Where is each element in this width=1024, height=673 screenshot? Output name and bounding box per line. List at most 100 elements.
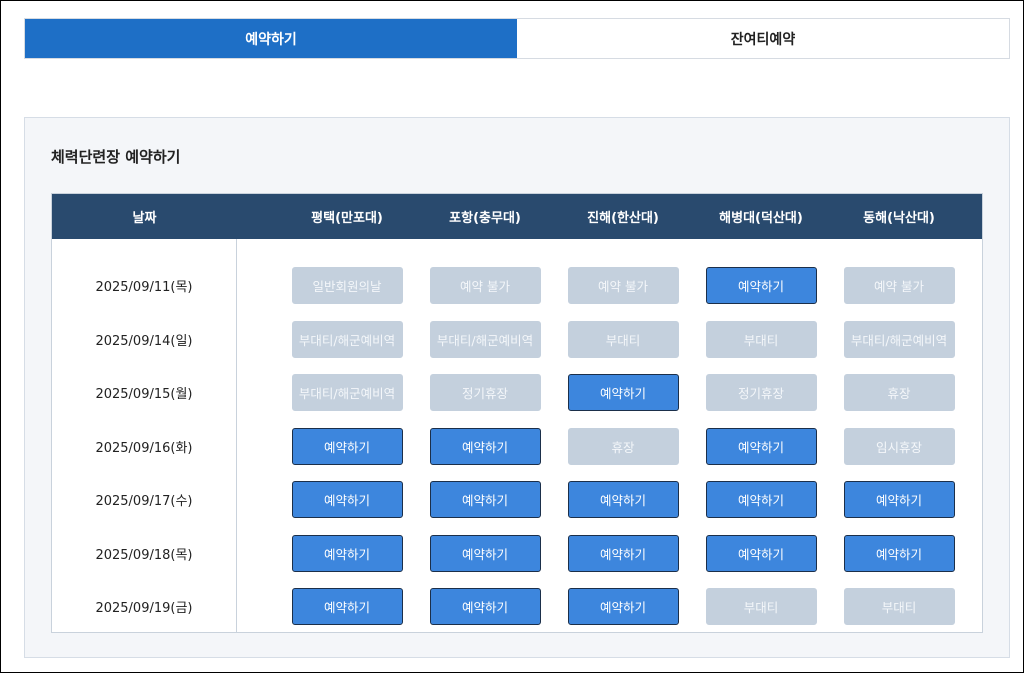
table-cell: 예약하기 (416, 588, 554, 626)
status-label: 부대티/해군예비역 (843, 320, 955, 358)
status-label: 정기휴장 (705, 374, 817, 412)
table-cell: 부대티/해군예비역 (416, 320, 554, 358)
table-cell: 예약 불가 (830, 267, 968, 305)
tab-bar: 예약하기 잔여티예약 (24, 18, 1010, 59)
status-label: 휴장 (567, 427, 679, 465)
table-cell: 정기휴장 (416, 374, 554, 412)
table-cell: 부대티/해군예비역 (278, 374, 416, 412)
table-cell: 예약 불가 (416, 267, 554, 305)
header-date: 날짜 (132, 211, 157, 226)
status-label: 부대티 (705, 588, 817, 626)
table-cell: 부대티 (692, 320, 830, 358)
reserve-button[interactable]: 예약하기 (705, 267, 817, 305)
row-date: 2025/09/16(화) (95, 440, 193, 456)
reserve-button[interactable]: 예약하기 (429, 481, 541, 519)
status-label: 부대티 (705, 320, 817, 358)
table-header: 날짜 평택(만포대) 포항(충무대) 진해(한산대) 해병대(덕산대) 동해(낙… (52, 194, 982, 239)
table-cell: 예약하기 (416, 427, 554, 465)
status-label: 부대티 (567, 320, 679, 358)
table-cell: 예약하기 (554, 374, 692, 412)
status-label: 부대티/해군예비역 (291, 374, 403, 412)
status-label: 부대티/해군예비역 (429, 320, 541, 358)
reserve-button[interactable]: 예약하기 (291, 534, 403, 572)
table-row: 부대티/해군예비역 정기휴장 예약하기 정기휴장 휴장 (237, 366, 968, 420)
status-label: 임시휴장 (843, 427, 955, 465)
reserve-button[interactable]: 예약하기 (567, 534, 679, 572)
status-label: 예약 불가 (843, 267, 955, 305)
reserve-button[interactable]: 예약하기 (843, 534, 955, 572)
status-label: 예약 불가 (429, 267, 541, 305)
reserve-button[interactable]: 예약하기 (705, 427, 817, 465)
table-cell: 휴장 (830, 374, 968, 412)
tab-reserve[interactable]: 예약하기 (25, 19, 517, 58)
table-cell: 부대티/해군예비역 (830, 320, 968, 358)
header-column: 포항(충무대) (449, 211, 521, 226)
table-cell: 부대티/해군예비역 (278, 320, 416, 358)
reserve-button[interactable]: 예약하기 (567, 374, 679, 412)
table-row: 일반회원의날 예약 불가 예약 불가 예약하기 예약 불가 (237, 259, 968, 313)
row-date: 2025/09/18(목) (95, 547, 193, 563)
header-column: 평택(만포대) (311, 211, 383, 226)
table-cell: 임시휴장 (830, 427, 968, 465)
table-cell: 예약하기 (278, 481, 416, 519)
reserve-button[interactable]: 예약하기 (429, 427, 541, 465)
table-cell: 예약하기 (554, 534, 692, 572)
reserve-button[interactable]: 예약하기 (567, 588, 679, 626)
table-cell: 예약하기 (278, 534, 416, 572)
table-cell: 예약하기 (416, 534, 554, 572)
status-label: 일반회원의날 (291, 267, 403, 305)
date-column: 2025/09/11(목) 2025/09/14(일) 2025/09/15(월) 2… (52, 239, 237, 632)
table-cell: 예약하기 (692, 481, 830, 519)
table-cell: 예약하기 (554, 481, 692, 519)
reserve-button[interactable]: 예약하기 (429, 588, 541, 626)
row-date: 2025/09/19(금) (95, 601, 193, 617)
table-cell: 휴장 (554, 427, 692, 465)
table-row: 부대티/해군예비역 부대티/해군예비역 부대티 부대티 부대티/해군예비역 (237, 313, 968, 367)
reserve-button[interactable]: 예약하기 (291, 427, 403, 465)
table-row: 예약하기 예약하기 예약하기 예약하기 예약하기 (237, 527, 968, 581)
reserve-button[interactable]: 예약하기 (291, 588, 403, 626)
table-cell: 예약하기 (692, 534, 830, 572)
reserve-button[interactable]: 예약하기 (291, 481, 403, 519)
reserve-button[interactable]: 예약하기 (843, 481, 955, 519)
table-row: 예약하기 예약하기 휴장 예약하기 임시휴장 (237, 420, 968, 474)
table-cell: 예약하기 (692, 267, 830, 305)
status-label: 정기휴장 (429, 374, 541, 412)
table-cell: 부대티 (554, 320, 692, 358)
reserve-button[interactable]: 예약하기 (567, 481, 679, 519)
row-date: 2025/09/15(월) (95, 387, 193, 403)
tab-remaining-tee-reserve[interactable]: 잔여티예약 (517, 19, 1009, 58)
table-row: 예약하기 예약하기 예약하기 예약하기 예약하기 (237, 473, 968, 527)
row-date: 2025/09/17(수) (95, 494, 193, 510)
reservation-grid: 일반회원의날 예약 불가 예약 불가 예약하기 예약 불가 부대티/해군예비역 부대티/해군… (237, 239, 968, 632)
table-cell: 정기휴장 (692, 374, 830, 412)
table-cell: 예약하기 (830, 481, 968, 519)
table-row: 예약하기 예약하기 예약하기 부대티 부대티 (237, 580, 968, 634)
row-date: 2025/09/14(일) (95, 333, 193, 349)
status-label: 부대티 (843, 588, 955, 626)
header-column: 해병대(덕산대) (719, 211, 803, 226)
reserve-button[interactable]: 예약하기 (705, 534, 817, 572)
table-cell: 예약하기 (554, 588, 692, 626)
table-body: 2025/09/11(목) 2025/09/14(일) 2025/09/15(월) 2… (52, 239, 982, 632)
table-cell: 부대티 (692, 588, 830, 626)
status-label: 예약 불가 (567, 267, 679, 305)
status-label: 부대티/해군예비역 (291, 320, 403, 358)
panel-title: 체력단련장 예약하기 (51, 148, 181, 166)
header-column: 진해(한산대) (587, 211, 659, 226)
reservation-panel: 체력단련장 예약하기 날짜 평택(만포대) 포항(충무대) 진해(한산대) 해병… (24, 117, 1010, 658)
table-cell: 일반회원의날 (278, 267, 416, 305)
table-cell: 예약하기 (416, 481, 554, 519)
header-column: 동해(낙산대) (863, 211, 935, 226)
table-cell: 예약하기 (692, 427, 830, 465)
row-date: 2025/09/11(목) (95, 280, 193, 296)
table-cell: 예약 불가 (554, 267, 692, 305)
table-cell: 예약하기 (830, 534, 968, 572)
table-cell: 예약하기 (278, 427, 416, 465)
table-cell: 부대티 (830, 588, 968, 626)
reserve-button[interactable]: 예약하기 (429, 534, 541, 572)
reserve-button[interactable]: 예약하기 (705, 481, 817, 519)
status-label: 휴장 (843, 374, 955, 412)
reservation-table: 날짜 평택(만포대) 포항(충무대) 진해(한산대) 해병대(덕산대) 동해(낙… (51, 193, 983, 633)
table-cell: 예약하기 (278, 588, 416, 626)
